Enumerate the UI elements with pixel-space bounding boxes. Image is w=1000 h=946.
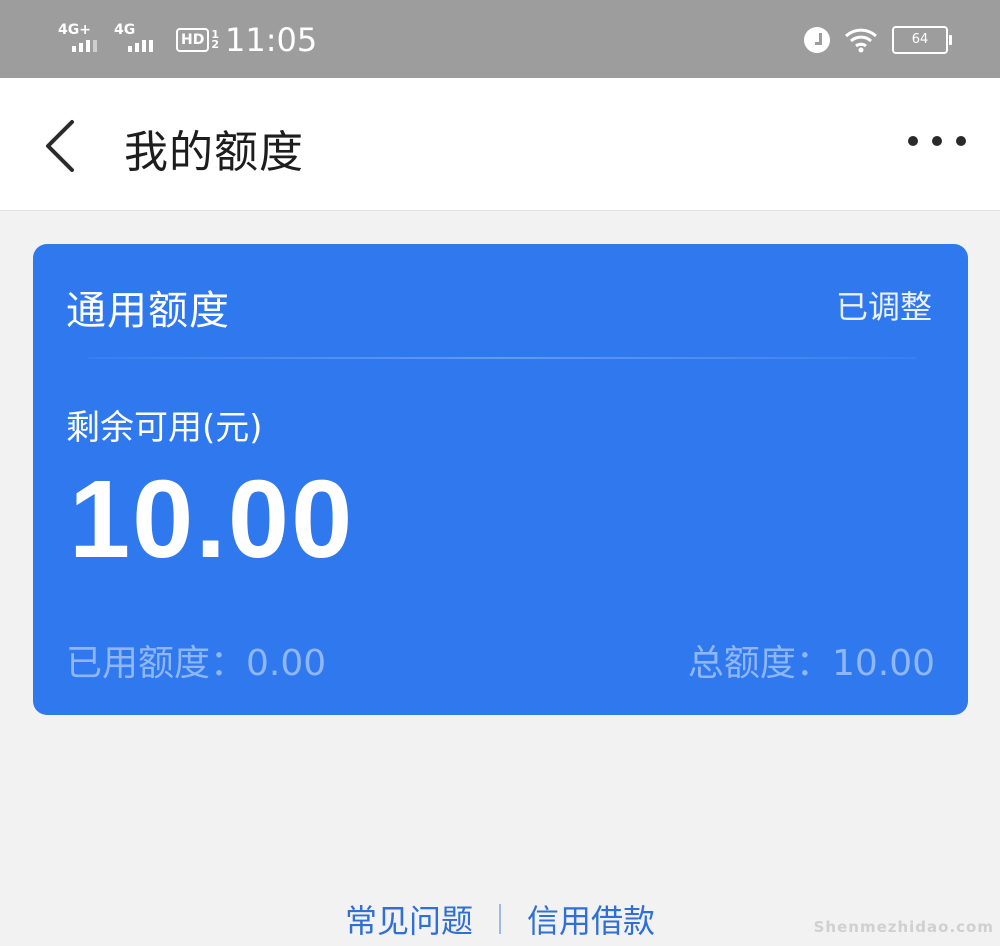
watermark: Shenmezhidao.com (813, 918, 994, 936)
wifi-icon (844, 28, 878, 53)
credit-loan-link[interactable]: 信用借款 (527, 896, 655, 942)
total-limit-value: 10.00 (831, 643, 935, 684)
hd-sim-2: 2 (211, 38, 219, 51)
page-title: 我的额度 (124, 127, 304, 178)
available-amount: 10.00 (69, 458, 355, 581)
used-limit-value: 0.00 (246, 643, 327, 684)
alarm-clock-icon (804, 27, 830, 53)
battery-icon: 64 (892, 26, 952, 54)
clock-time: 11:05 (225, 21, 318, 59)
network-type-2: 4G (114, 22, 136, 38)
status-left: 4G+ 4G HD 1 2 11:05 (58, 18, 317, 62)
back-arrow-icon[interactable] (40, 118, 80, 174)
used-limit-row: 已用额度：0.00 (66, 634, 326, 686)
cellular-signal-icon: 4G+ (58, 20, 104, 60)
total-limit-label: 总额度： (687, 643, 832, 684)
cellular-signal-icon: 4G (114, 20, 160, 60)
status-bar: 4G+ 4G HD 1 2 11:05 64 (0, 0, 1000, 78)
used-limit-label: 已用额度： (66, 643, 247, 684)
footer-separator (499, 904, 501, 934)
network-type-1: 4G+ (58, 22, 91, 38)
card-divider (88, 357, 916, 359)
credit-limit-card: 通用额度 已调整 剩余可用(元) 10.00 已用额度：0.00 总额度：10.… (33, 244, 968, 715)
adjusted-status-link[interactable]: 已调整 (836, 282, 932, 328)
hd-sim-indicator: 1 2 (211, 29, 219, 51)
total-limit-row: 总额度：10.00 (688, 634, 935, 686)
card-title: 通用额度 (66, 288, 230, 334)
hd-voice-icon: HD (176, 28, 210, 52)
faq-link[interactable]: 常见问题 (345, 896, 473, 942)
available-label: 剩余可用(元) (66, 408, 263, 448)
page-header: 我的额度 (0, 78, 1000, 211)
more-options-icon[interactable] (908, 136, 966, 146)
status-right: 64 (804, 22, 952, 58)
